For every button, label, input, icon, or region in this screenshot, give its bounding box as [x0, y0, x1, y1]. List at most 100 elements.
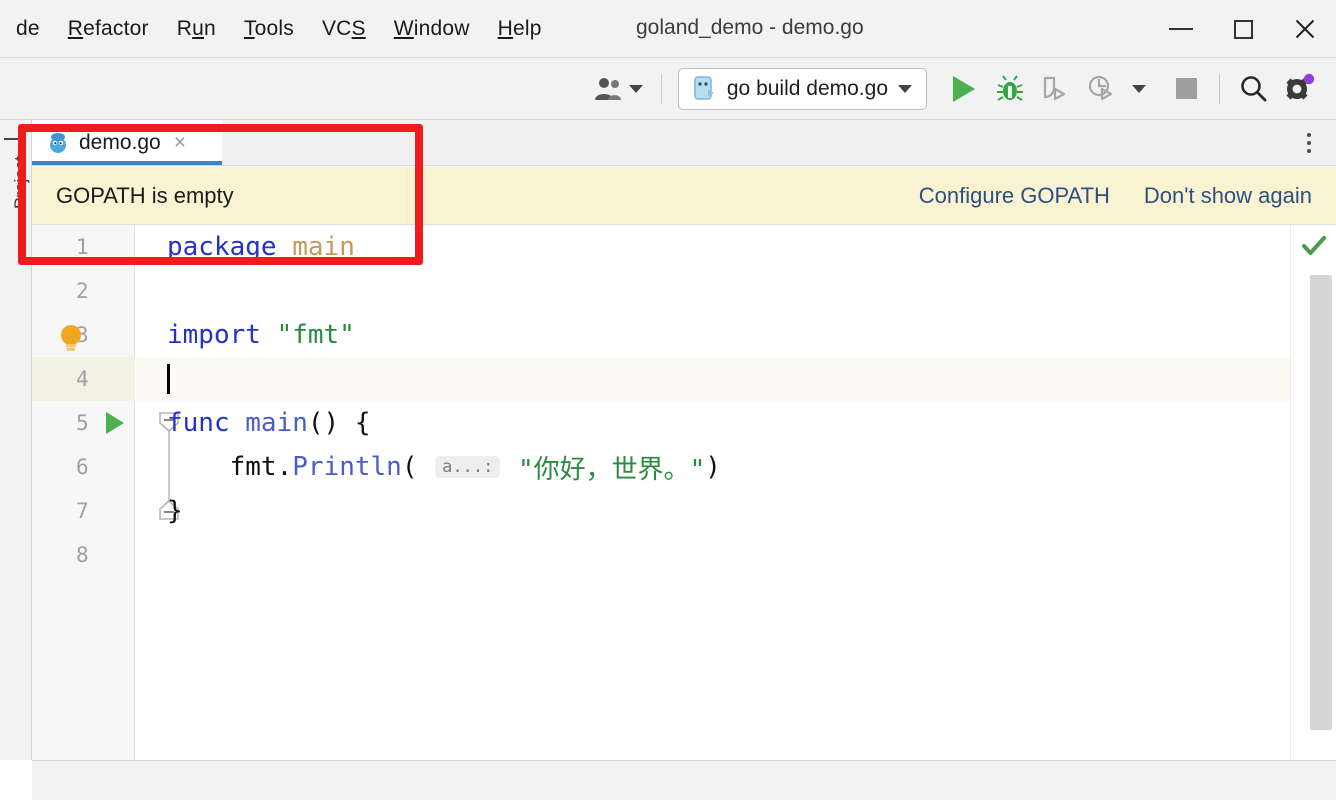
code-token-dot: . — [276, 452, 293, 482]
play-icon — [953, 75, 975, 102]
main-toolbar: go build demo.go — [0, 58, 1336, 120]
toolbar-divider — [660, 73, 662, 104]
toolbar-right-group: go build demo.go — [586, 66, 1336, 112]
run-button[interactable] — [941, 66, 987, 112]
code-token-receiver: fmt — [167, 452, 277, 482]
run-line-gutter-icon[interactable] — [106, 412, 124, 434]
inspection-ok-icon[interactable] — [1301, 233, 1327, 259]
bottom-left-pad — [0, 760, 32, 800]
avatar-icon — [594, 77, 621, 100]
menu-mnemonic: u — [192, 16, 205, 40]
line-number: 6 — [76, 455, 89, 479]
maximize-button[interactable] — [1212, 0, 1274, 58]
go-gopher-icon — [50, 132, 66, 153]
menu-item-help[interactable]: Help — [484, 13, 556, 45]
kebab-dot — [1307, 149, 1311, 153]
tool-window-project[interactable]: Project — [11, 139, 31, 209]
configure-gopath-link[interactable]: Configure GOPATH — [919, 183, 1110, 209]
editor-tab-demo-go[interactable]: demo.go × — [32, 120, 222, 165]
kebab-menu-icon[interactable] — [1296, 130, 1322, 156]
title-bar: de Refactor Run Tools VCS Window Help go… — [0, 0, 1336, 58]
line-number: 4 — [76, 367, 89, 391]
menu-item-vcs[interactable]: VCS — [308, 13, 380, 45]
debug-button[interactable] — [987, 66, 1033, 112]
code-token-keyword: import — [167, 320, 261, 350]
left-tool-strip: Project — [0, 120, 32, 760]
go-file-icon — [694, 75, 714, 100]
editor-tab-label: demo.go — [79, 130, 161, 154]
menu-item-label: elp — [513, 16, 542, 40]
dont-show-again-link[interactable]: Don't show again — [1144, 183, 1312, 209]
code-token-string: "fmt" — [276, 320, 355, 350]
intention-bulb-icon[interactable] — [57, 322, 85, 354]
menu-mnemonic: S — [351, 16, 366, 40]
menu-item-refactor[interactable]: Refactor — [54, 13, 163, 45]
code-line[interactable] — [167, 269, 1290, 313]
coverage-button[interactable] — [1033, 66, 1079, 112]
parameter-hint-inlay: a...: — [435, 456, 501, 478]
search-button[interactable] — [1230, 66, 1276, 112]
minimize-button[interactable] — [1150, 0, 1212, 58]
chevron-down-icon — [1132, 84, 1146, 93]
code-text-area[interactable]: package main import "fmt" func main () { — [167, 225, 1290, 760]
code-line[interactable] — [167, 533, 1290, 577]
line-number: 7 — [76, 499, 89, 523]
menu-item-tools[interactable]: Tools — [230, 13, 308, 45]
bug-icon — [997, 74, 1023, 101]
run-configuration-selector[interactable]: go build demo.go — [677, 67, 927, 110]
code-token-keyword: package — [167, 232, 277, 262]
tab-close-icon[interactable]: × — [174, 131, 186, 155]
window-title: goland_demo - demo.go — [636, 16, 864, 39]
stop-button[interactable] — [1163, 66, 1209, 112]
notification-message: GOPATH is empty — [56, 182, 234, 208]
code-token-punct: () { — [307, 408, 371, 438]
close-icon — [1293, 17, 1317, 41]
menu-item-run[interactable]: Run — [163, 13, 230, 45]
user-avatar-button[interactable] — [586, 72, 651, 106]
settings-button[interactable] — [1276, 66, 1322, 112]
fold-rail — [135, 225, 167, 760]
code-line[interactable]: package main — [167, 225, 1290, 269]
code-line[interactable]: fmt . Println ( a...: "你好，世界。" ) — [167, 445, 1290, 489]
code-token-package-name: main — [292, 232, 355, 262]
menu-item-code[interactable]: de — [2, 13, 54, 45]
gear-icon — [1286, 73, 1315, 100]
menu-mnemonic: R — [67, 16, 84, 40]
profile-button[interactable] — [1079, 66, 1125, 112]
code-line[interactable]: import "fmt" — [167, 313, 1290, 357]
code-line[interactable]: func main () { — [167, 401, 1290, 445]
menu-item-label: VC — [321, 16, 352, 40]
search-icon — [1241, 75, 1267, 101]
stop-icon — [1175, 78, 1197, 99]
error-stripe[interactable] — [1290, 225, 1336, 760]
kebab-dot — [1307, 133, 1311, 137]
code-line[interactable]: } — [167, 489, 1290, 533]
goland-window: de Refactor Run Tools VCS Window Help go… — [0, 0, 1336, 800]
code-line-current[interactable] — [167, 357, 1290, 401]
line-number: 2 — [76, 279, 89, 303]
code-editor[interactable]: 1 2 3 4 5 6 7 8 package main import "fmt… — [32, 225, 1336, 760]
line-number: 1 — [76, 235, 89, 259]
code-token-brace: } — [167, 496, 183, 526]
minimize-icon — [1169, 28, 1193, 30]
run-configuration-label: go build demo.go — [726, 76, 888, 100]
profiler-icon — [1088, 75, 1113, 100]
menu-mnemonic: W — [393, 16, 414, 40]
menu-item-label: indow — [413, 16, 470, 40]
code-token-punct: ) — [705, 452, 721, 482]
menu-item-label: de — [16, 16, 40, 40]
menu-item-window[interactable]: Window — [380, 13, 484, 45]
line-number: 8 — [76, 543, 89, 567]
notification-actions: Configure GOPATH Don't show again — [919, 183, 1336, 209]
status-bar — [32, 760, 1336, 800]
editor-scrollbar-thumb[interactable] — [1310, 275, 1332, 730]
editor-tab-bar: demo.go × — [32, 120, 1336, 166]
profile-dropdown-button[interactable] — [1125, 66, 1153, 112]
maximize-icon — [1233, 19, 1253, 39]
close-button[interactable] — [1274, 0, 1336, 58]
code-token-function: Println — [292, 452, 402, 482]
code-token-keyword: func — [167, 408, 230, 438]
code-token-punct: ( — [401, 452, 434, 482]
menu-mnemonic: T — [243, 16, 255, 40]
